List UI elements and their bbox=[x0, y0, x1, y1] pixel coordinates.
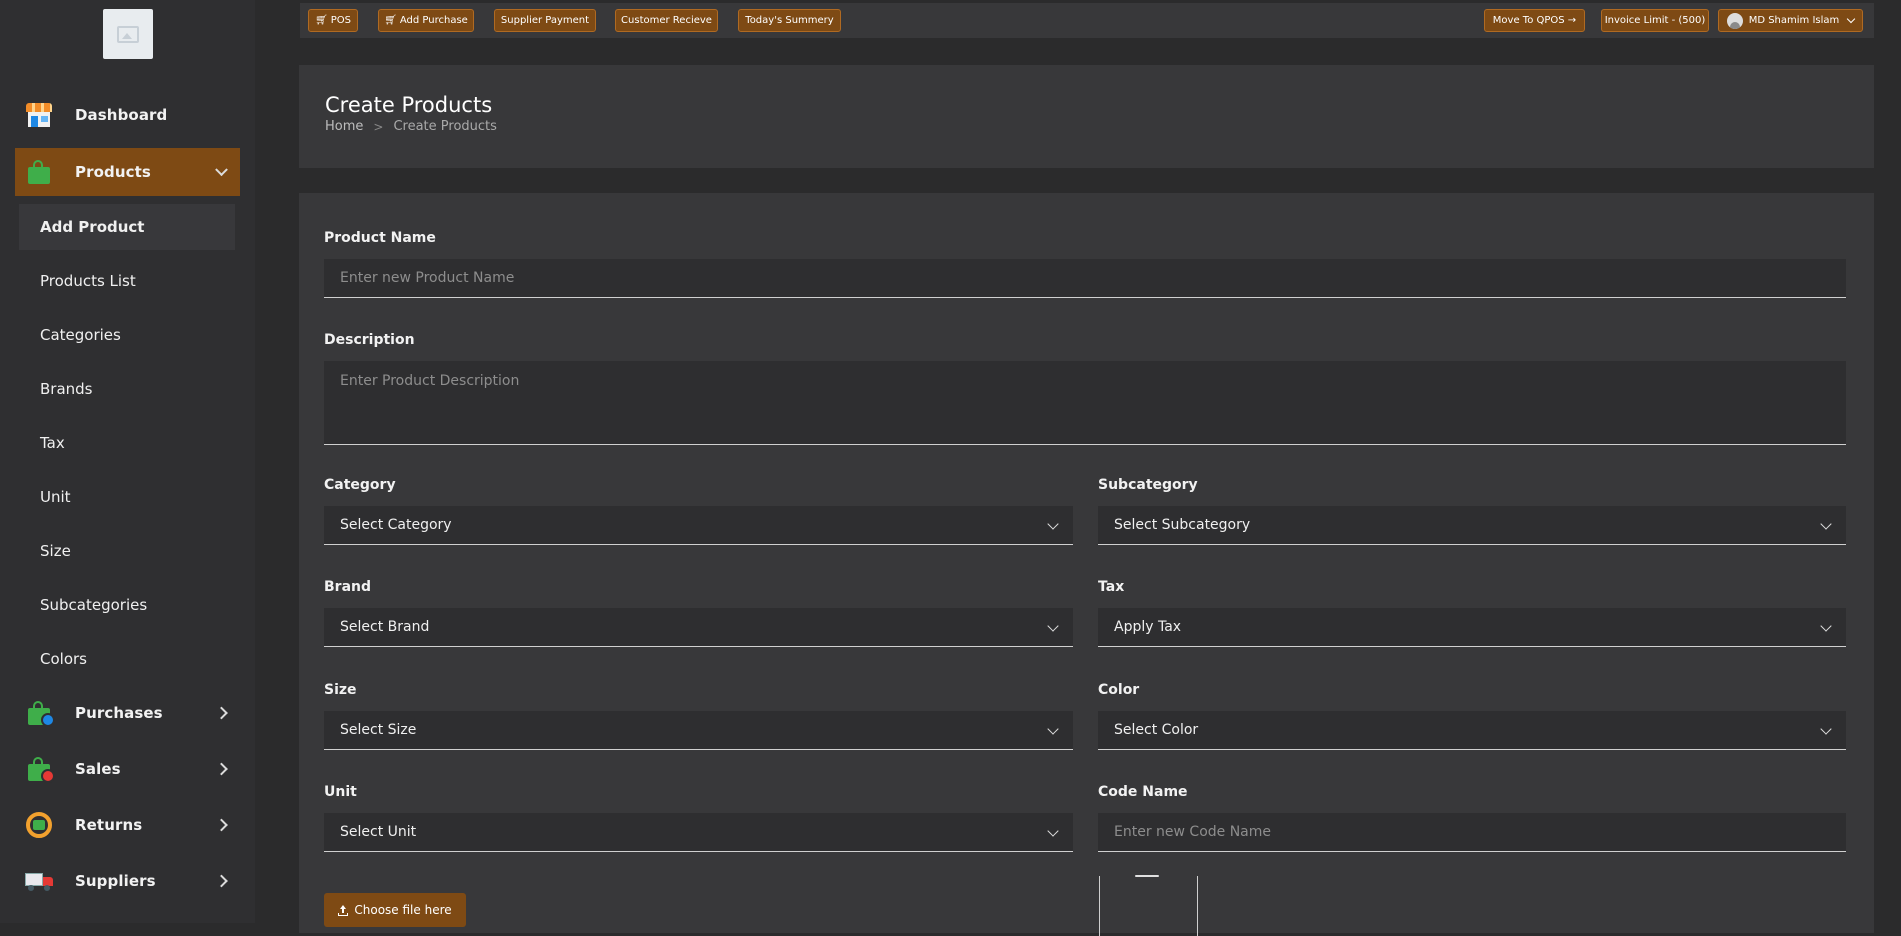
subcategory-label: Subcategory bbox=[1098, 477, 1198, 493]
code-name-input[interactable] bbox=[1098, 813, 1846, 852]
product-name-input[interactable] bbox=[324, 259, 1846, 298]
sidebar-item-label: Purchases bbox=[75, 704, 163, 722]
sidebar-subitem-colors[interactable]: Colors bbox=[19, 636, 235, 682]
subcategory-select[interactable]: Select Subcategory bbox=[1098, 506, 1846, 545]
breadcrumb-home[interactable]: Home bbox=[325, 119, 363, 134]
add-purchase-button[interactable]: 🛒︎ Add Purchase bbox=[378, 9, 474, 32]
upload-icon bbox=[338, 904, 349, 916]
sidebar-item-label: Dashboard bbox=[75, 106, 168, 124]
sidebar-subitem-subcategories[interactable]: Subcategories bbox=[19, 582, 235, 628]
todays-summary-button[interactable]: Today's Summery bbox=[738, 9, 841, 32]
move-to-qpos-button[interactable]: Move To QPOS → bbox=[1484, 9, 1585, 32]
user-menu-button[interactable]: MD Shamim Islam bbox=[1718, 9, 1863, 32]
unit-select[interactable]: Select Unit bbox=[324, 813, 1073, 852]
top-toolbar: 🛒︎ POS 🛒︎ Add Purchase Supplier Payment … bbox=[300, 3, 1874, 38]
chevron-down-icon bbox=[1047, 825, 1059, 837]
chevron-down-icon bbox=[1820, 723, 1832, 735]
sidebar-item-label: Returns bbox=[75, 816, 143, 834]
category-select[interactable]: Select Category bbox=[324, 506, 1073, 545]
size-label: Size bbox=[324, 682, 357, 698]
chevron-down-icon bbox=[1047, 723, 1059, 735]
sidebar-subitem-add-product[interactable]: Add Product bbox=[19, 204, 235, 250]
brand-label: Brand bbox=[324, 579, 372, 595]
chevron-down-icon bbox=[1820, 518, 1832, 530]
return-icon bbox=[25, 811, 53, 839]
product-name-label: Product Name bbox=[324, 230, 436, 246]
chevron-right-icon bbox=[215, 874, 228, 888]
chevron-down-icon bbox=[1047, 620, 1059, 632]
brand-select[interactable]: Select Brand bbox=[324, 608, 1073, 647]
add-purchase-button-label: Add Purchase bbox=[399, 15, 468, 26]
sidebar-subitem-size[interactable]: Size bbox=[19, 528, 235, 574]
choose-file-button[interactable]: Choose file here bbox=[324, 893, 466, 927]
sidebar-subitem-brands[interactable]: Brands bbox=[19, 366, 235, 412]
color-select-value: Select Color bbox=[1114, 722, 1199, 738]
image-preview bbox=[1099, 875, 1198, 936]
size-select-value: Select Size bbox=[340, 722, 417, 738]
chevron-right-icon bbox=[215, 818, 228, 832]
breadcrumb-current: Create Products bbox=[393, 119, 497, 134]
create-product-form: Product Name Description Category Select… bbox=[299, 193, 1874, 936]
avatar bbox=[1726, 12, 1743, 29]
user-name: MD Shamim Islam bbox=[1748, 15, 1840, 26]
invoice-limit-button[interactable]: Invoice Limit - (500) bbox=[1601, 9, 1709, 32]
logo-image[interactable] bbox=[103, 9, 153, 59]
chevron-down-icon bbox=[1847, 14, 1856, 24]
sidebar: Dashboard Products Add Product Products … bbox=[0, 0, 255, 923]
color-label: Color bbox=[1098, 682, 1140, 698]
supplier-payment-button[interactable]: Supplier Payment bbox=[494, 9, 596, 32]
sidebar-subitem-tax[interactable]: Tax bbox=[19, 420, 235, 466]
sidebar-item-dashboard[interactable]: Dashboard bbox=[15, 91, 240, 139]
sidebar-item-sales[interactable]: Sales bbox=[15, 745, 240, 793]
description-label: Description bbox=[324, 332, 415, 348]
sidebar-item-suppliers[interactable]: Suppliers bbox=[15, 857, 240, 905]
truck-icon bbox=[25, 867, 53, 895]
sidebar-item-label: Suppliers bbox=[75, 872, 156, 890]
pos-button-label: POS bbox=[330, 15, 351, 26]
brand-select-value: Select Brand bbox=[340, 619, 430, 635]
page-header: Create Products Home > Create Products bbox=[299, 65, 1874, 168]
category-select-value: Select Category bbox=[340, 517, 452, 533]
breadcrumb-separator: > bbox=[373, 119, 384, 134]
chevron-right-icon bbox=[215, 762, 228, 776]
page-title: Create Products bbox=[325, 93, 493, 117]
subcategory-select-value: Select Subcategory bbox=[1114, 517, 1251, 533]
sidebar-subitem-categories[interactable]: Categories bbox=[19, 312, 235, 358]
cart-icon: 🛒︎ bbox=[315, 15, 328, 26]
choose-file-label: Choose file here bbox=[354, 903, 452, 917]
sidebar-item-label: Sales bbox=[75, 760, 121, 778]
cart-icon: 🛒︎ bbox=[384, 15, 397, 26]
chevron-right-icon bbox=[215, 706, 228, 720]
chevron-down-icon bbox=[215, 163, 228, 177]
description-textarea[interactable] bbox=[324, 361, 1846, 445]
chevron-down-icon bbox=[1047, 518, 1059, 530]
sidebar-item-purchases[interactable]: Purchases bbox=[15, 689, 240, 737]
pos-button[interactable]: 🛒︎ POS bbox=[308, 9, 358, 32]
category-label: Category bbox=[324, 477, 396, 493]
size-select[interactable]: Select Size bbox=[324, 711, 1073, 750]
image-placeholder-icon bbox=[117, 25, 139, 43]
color-select[interactable]: Select Color bbox=[1098, 711, 1846, 750]
unit-select-value: Select Unit bbox=[340, 824, 417, 840]
chevron-down-icon bbox=[1820, 620, 1832, 632]
code-name-label: Code Name bbox=[1098, 784, 1188, 800]
customer-receive-button[interactable]: Customer Recieve bbox=[615, 9, 718, 32]
tax-select[interactable]: Apply Tax bbox=[1098, 608, 1846, 647]
sidebar-item-returns[interactable]: Returns bbox=[15, 801, 240, 849]
unit-label: Unit bbox=[324, 784, 357, 800]
shopping-bag-icon bbox=[25, 158, 53, 186]
sidebar-subitem-unit[interactable]: Unit bbox=[19, 474, 235, 520]
sidebar-subitem-products-list[interactable]: Products List bbox=[19, 258, 235, 304]
tax-select-value: Apply Tax bbox=[1114, 619, 1182, 635]
shopping-bag-minus-icon bbox=[25, 755, 55, 783]
breadcrumb: Home > Create Products bbox=[325, 119, 497, 134]
sidebar-item-label: Products bbox=[75, 163, 151, 181]
sidebar-item-products[interactable]: Products bbox=[15, 148, 240, 196]
store-icon bbox=[25, 101, 53, 129]
shopping-bag-plus-icon bbox=[25, 699, 55, 727]
tax-label: Tax bbox=[1098, 579, 1125, 595]
